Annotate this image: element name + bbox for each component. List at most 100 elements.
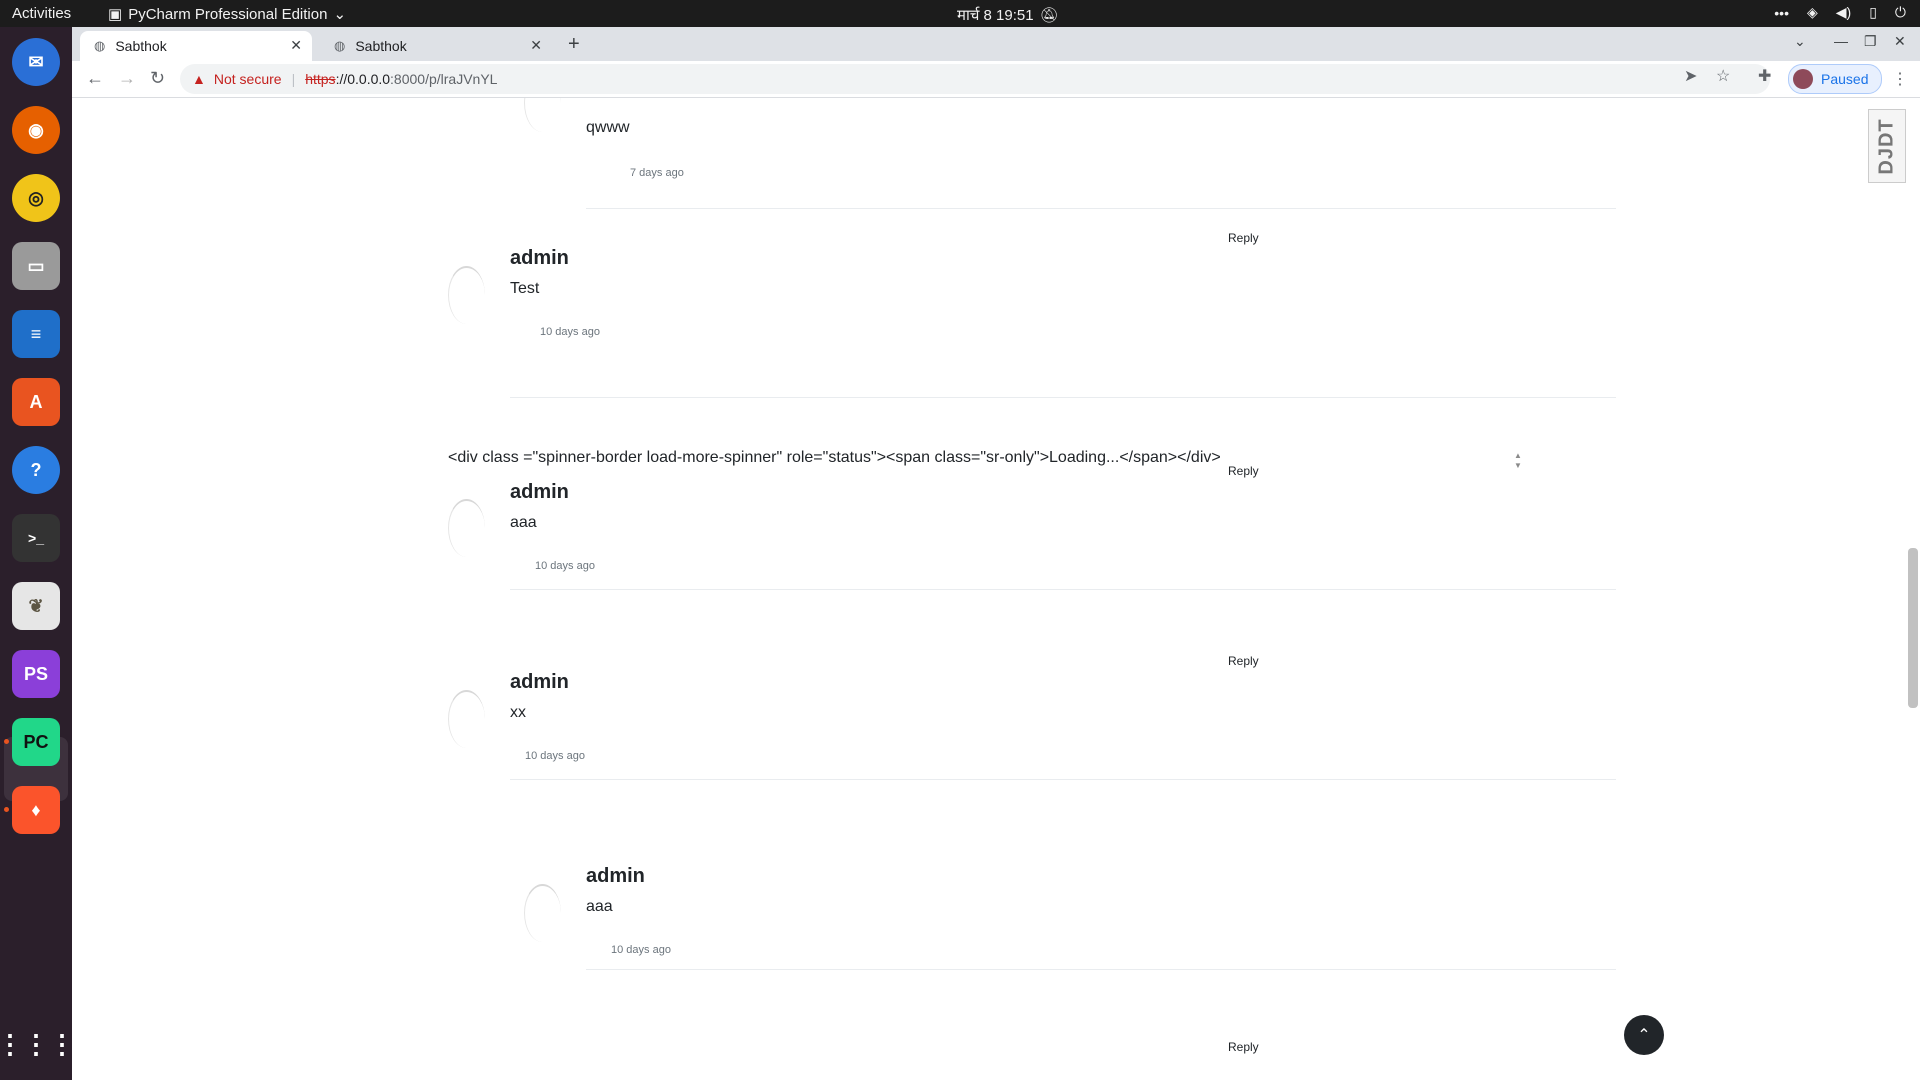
comment-text: xx xyxy=(510,704,526,721)
page-content: DJDT qwww 7 days ago Reply admin Test 10… xyxy=(72,98,1920,1080)
browser-window: ◍ Sabthok ✕ ◍ Sabthok ✕ + ⌄ — ❐ ✕ ← → ↻ … xyxy=(72,27,1920,1080)
help-icon[interactable]: ? xyxy=(12,446,60,494)
brave-icon[interactable]: ♦ xyxy=(12,786,60,834)
chevron-down-icon: ⌄ xyxy=(333,6,347,23)
comment-time: 10 days ago xyxy=(540,326,600,338)
django-debug-toolbar-handle[interactable]: DJDT xyxy=(1868,109,1906,183)
app-menu[interactable]: ▣ PyCharm Professional Edition ⌄ xyxy=(108,5,347,24)
reply-button[interactable]: Reply xyxy=(1228,654,1259,668)
volume-icon: ◀︎) xyxy=(1835,4,1852,20)
phpstorm-icon[interactable]: PS xyxy=(12,650,60,698)
url-scheme: https xyxy=(305,71,336,87)
pycharm-small-icon: ▣ xyxy=(108,6,123,23)
thunderbird-icon[interactable]: ✉ xyxy=(12,38,60,86)
url-host: ://0.0.0.0 xyxy=(335,71,391,87)
tab-strip: ◍ Sabthok ✕ ◍ Sabthok ✕ + ⌄ — ❐ ✕ xyxy=(72,27,1920,61)
profile-button[interactable]: Paused xyxy=(1788,64,1882,94)
tab-search-icon[interactable]: ⌄ xyxy=(1794,33,1806,50)
firefox-icon[interactable]: ◉ xyxy=(12,106,60,154)
extensions-icon[interactable]: ✚ xyxy=(1758,66,1771,86)
comment-time: 10 days ago xyxy=(525,750,585,762)
restore-icon[interactable]: ❐ xyxy=(1864,33,1877,50)
star-icon[interactable]: ☆ xyxy=(1716,66,1730,86)
system-tray[interactable]: ••• ◈ ◀︎) ▯ ⏻ xyxy=(1774,4,1906,21)
tab-title: Sabthok xyxy=(355,38,407,54)
send-icon[interactable]: ➤ xyxy=(1684,66,1697,86)
avatar xyxy=(524,884,561,942)
battery-icon: ▯ xyxy=(1869,4,1877,20)
comment-time: 10 days ago xyxy=(611,944,671,956)
avatar xyxy=(448,266,485,324)
comment-time: 7 days ago xyxy=(630,167,684,179)
files-icon[interactable]: ▭ xyxy=(12,242,60,290)
clock-label: मार्च 8 19:51 xyxy=(957,7,1034,24)
tab-sabthok[interactable]: ◍ Sabthok ✕ xyxy=(320,31,552,61)
divider xyxy=(510,589,1616,590)
comment-time: 10 days ago xyxy=(535,560,595,572)
reload-icon[interactable]: ↻ xyxy=(150,68,165,89)
running-indicator xyxy=(4,807,9,812)
divider xyxy=(586,208,1616,209)
scroll-to-top-button[interactable]: ⌃ xyxy=(1624,1015,1664,1055)
chevron-up-icon: ⌃ xyxy=(1637,1027,1651,1044)
close-icon[interactable]: ✕ xyxy=(290,37,302,54)
browser-toolbar: ← → ↻ ▲ Not secure | https ://0.0.0.0 :8… xyxy=(72,61,1920,98)
address-bar[interactable]: ▲ Not secure | https ://0.0.0.0 :8000/p/… xyxy=(180,64,1770,94)
comment-text: Test xyxy=(510,280,540,297)
divider xyxy=(510,397,1616,398)
comment-author[interactable]: admin xyxy=(586,865,645,888)
system-top-bar: Activities ▣ PyCharm Professional Editio… xyxy=(0,0,1920,27)
profile-status: Paused xyxy=(1821,71,1869,87)
comment-text: aaa xyxy=(586,898,613,915)
app-menu-label: PyCharm Professional Edition xyxy=(128,5,328,23)
load-more-spinner-raw-text: <div class ="spinner-border load-more-sp… xyxy=(448,449,1221,466)
menu-icon[interactable]: ⋮ xyxy=(1892,69,1908,89)
minimize-icon[interactable]: — xyxy=(1834,33,1848,49)
divider xyxy=(510,779,1616,780)
activities-button[interactable]: Activities xyxy=(12,5,71,22)
scrollbar-thumb[interactable] xyxy=(1908,548,1918,708)
djdt-label: DJDT xyxy=(1875,117,1898,175)
comment-author[interactable]: admin xyxy=(510,671,569,694)
globe-icon: ◍ xyxy=(334,38,346,53)
globe-icon: ◍ xyxy=(94,38,106,53)
avatar xyxy=(448,499,485,557)
avatar xyxy=(1793,69,1813,89)
show-apps-icon[interactable]: ⋮⋮⋮ xyxy=(0,1020,75,1068)
forward-icon[interactable]: → xyxy=(118,68,136,89)
avatar xyxy=(448,690,485,748)
comment-author[interactable]: admin xyxy=(510,481,569,504)
reply-button[interactable]: Reply xyxy=(1228,231,1259,245)
close-window-icon[interactable]: ✕ xyxy=(1894,33,1906,50)
address-separator: | xyxy=(291,71,296,87)
url-path: :8000/p/lraJVnYL xyxy=(390,71,498,87)
bell-off-icon: 🔕︎ xyxy=(1039,7,1059,24)
new-tab-button[interactable]: + xyxy=(568,33,580,56)
reply-button[interactable]: Reply xyxy=(1228,464,1259,478)
not-secure-label[interactable]: Not secure xyxy=(214,71,282,87)
wifi-icon: ◈ xyxy=(1806,4,1818,20)
comment-text: qwww xyxy=(586,119,630,136)
running-indicator xyxy=(4,739,9,744)
app-center-icon[interactable]: A xyxy=(12,378,60,426)
divider xyxy=(586,969,1616,970)
gimp-icon[interactable]: ❦ xyxy=(12,582,60,630)
dock: ✉ ◉ ◎ ▭ ≡ A ? >_ ❦ PS PC ♦ ⋮⋮⋮ xyxy=(0,27,75,1080)
pycharm-icon[interactable]: PC xyxy=(12,718,60,766)
terminal-icon[interactable]: >_ xyxy=(12,514,60,562)
comment-text: aaa xyxy=(510,514,537,531)
more-icon: ••• xyxy=(1774,4,1789,21)
spinner-stepper[interactable]: ▲ ▼ xyxy=(1512,451,1524,471)
back-icon[interactable]: ← xyxy=(86,68,104,89)
comment-author[interactable]: admin xyxy=(510,247,569,270)
reply-button[interactable]: Reply xyxy=(1228,1040,1259,1054)
clock[interactable]: मार्च 8 19:51 🔕︎ xyxy=(957,5,1059,25)
tab-title: Sabthok xyxy=(115,38,167,54)
power-icon: ⏻ xyxy=(1894,4,1906,20)
writer-icon[interactable]: ≡ xyxy=(12,310,60,358)
warning-icon: ▲ xyxy=(192,71,206,87)
rhythmbox-icon[interactable]: ◎ xyxy=(12,174,60,222)
avatar xyxy=(524,98,561,132)
tab-sabthok-active[interactable]: ◍ Sabthok ✕ xyxy=(80,31,312,61)
close-icon[interactable]: ✕ xyxy=(530,37,542,54)
